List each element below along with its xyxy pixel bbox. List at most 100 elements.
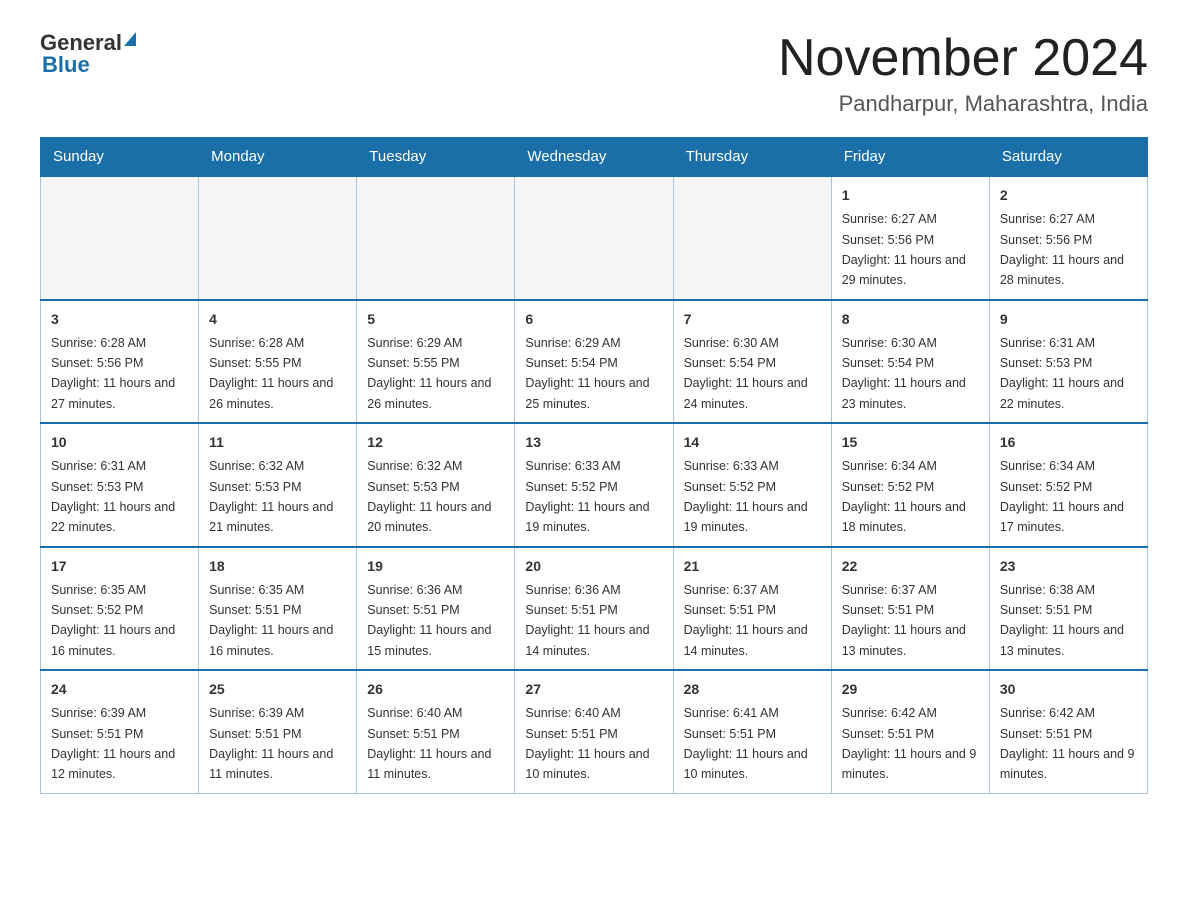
day-info: Sunrise: 6:38 AM Sunset: 5:51 PM Dayligh… — [1000, 583, 1124, 658]
calendar-day-cell: 24Sunrise: 6:39 AM Sunset: 5:51 PM Dayli… — [41, 670, 199, 793]
day-number: 22 — [842, 556, 979, 577]
day-info: Sunrise: 6:36 AM Sunset: 5:51 PM Dayligh… — [367, 583, 491, 658]
calendar-title: November 2024 — [778, 30, 1148, 87]
day-info: Sunrise: 6:28 AM Sunset: 5:55 PM Dayligh… — [209, 336, 333, 411]
logo: General Blue — [40, 30, 136, 78]
day-number: 28 — [684, 679, 821, 700]
calendar-day-cell: 15Sunrise: 6:34 AM Sunset: 5:52 PM Dayli… — [831, 423, 989, 547]
calendar-day-cell: 12 Sunrise: 6:32 AM Sunset: 5:53 PM Dayli… — [357, 423, 515, 547]
day-number: 2 — [1000, 185, 1137, 206]
day-number: 15 — [842, 432, 979, 453]
calendar-day-cell: 20 Sunrise: 6:36 AM Sunset: 5:51 PM Dayli… — [515, 547, 673, 671]
calendar-day-cell: 18Sunrise: 6:35 AM Sunset: 5:51 PM Dayli… — [199, 547, 357, 671]
day-number: 26 — [367, 679, 504, 700]
calendar-day-cell: 26 Sunrise: 6:40 AM Sunset: 5:51 PM Dayli… — [357, 670, 515, 793]
day-info: Sunrise: 6:27 AM Sunset: 5:56 PM Dayligh… — [1000, 212, 1124, 287]
day-number: 7 — [684, 309, 821, 330]
calendar-day-cell: 4 Sunrise: 6:28 AM Sunset: 5:55 PM Daylig… — [199, 300, 357, 424]
day-info: Sunrise: 6:27 AM Sunset: 5:56 PM Dayligh… — [842, 212, 966, 287]
day-number: 16 — [1000, 432, 1137, 453]
day-info: Sunrise: 6:33 AM Sunset: 5:52 PM Dayligh… — [525, 459, 649, 534]
day-number: 27 — [525, 679, 662, 700]
calendar-day-cell — [357, 176, 515, 300]
calendar-week-row: 24Sunrise: 6:39 AM Sunset: 5:51 PM Dayli… — [41, 670, 1148, 793]
calendar-day-cell: 21 Sunrise: 6:37 AM Sunset: 5:51 PM Dayli… — [673, 547, 831, 671]
calendar-day-cell — [673, 176, 831, 300]
day-number: 8 — [842, 309, 979, 330]
calendar-day-cell: 1 Sunrise: 6:27 AM Sunset: 5:56 PM Daylig… — [831, 176, 989, 300]
calendar-day-header: Sunday — [41, 138, 199, 177]
day-info: Sunrise: 6:36 AM Sunset: 5:51 PM Dayligh… — [525, 583, 649, 658]
calendar-week-row: 10 Sunrise: 6:31 AM Sunset: 5:53 PM Dayli… — [41, 423, 1148, 547]
day-number: 14 — [684, 432, 821, 453]
calendar-day-header: Monday — [199, 138, 357, 177]
logo-blue-text: Blue — [42, 52, 136, 78]
calendar-week-row: 1 Sunrise: 6:27 AM Sunset: 5:56 PM Daylig… — [41, 176, 1148, 300]
day-number: 13 — [525, 432, 662, 453]
day-info: Sunrise: 6:39 AM Sunset: 5:51 PM Dayligh… — [51, 706, 175, 781]
day-info: Sunrise: 6:35 AM Sunset: 5:52 PM Dayligh… — [51, 583, 175, 658]
title-area: November 2024 Pandharpur, Maharashtra, I… — [778, 30, 1148, 117]
day-number: 9 — [1000, 309, 1137, 330]
day-info: Sunrise: 6:40 AM Sunset: 5:51 PM Dayligh… — [525, 706, 649, 781]
calendar-subtitle: Pandharpur, Maharashtra, India — [778, 91, 1148, 117]
day-number: 21 — [684, 556, 821, 577]
day-number: 20 — [525, 556, 662, 577]
calendar-day-header: Friday — [831, 138, 989, 177]
day-number: 17 — [51, 556, 188, 577]
day-info: Sunrise: 6:34 AM Sunset: 5:52 PM Dayligh… — [1000, 459, 1124, 534]
day-number: 3 — [51, 309, 188, 330]
calendar-day-cell: 19 Sunrise: 6:36 AM Sunset: 5:51 PM Dayli… — [357, 547, 515, 671]
calendar-day-header: Saturday — [989, 138, 1147, 177]
day-number: 11 — [209, 432, 346, 453]
day-info: Sunrise: 6:28 AM Sunset: 5:56 PM Dayligh… — [51, 336, 175, 411]
calendar-day-cell: 10 Sunrise: 6:31 AM Sunset: 5:53 PM Dayli… — [41, 423, 199, 547]
calendar-day-cell: 29Sunrise: 6:42 AM Sunset: 5:51 PM Dayli… — [831, 670, 989, 793]
day-info: Sunrise: 6:30 AM Sunset: 5:54 PM Dayligh… — [684, 336, 808, 411]
day-info: Sunrise: 6:29 AM Sunset: 5:54 PM Dayligh… — [525, 336, 649, 411]
calendar-day-cell: 25Sunrise: 6:39 AM Sunset: 5:51 PM Dayli… — [199, 670, 357, 793]
page-header: General Blue November 2024 Pandharpur, M… — [40, 30, 1148, 117]
day-number: 10 — [51, 432, 188, 453]
day-info: Sunrise: 6:42 AM Sunset: 5:51 PM Dayligh… — [1000, 706, 1135, 781]
day-number: 12 — [367, 432, 504, 453]
day-info: Sunrise: 6:29 AM Sunset: 5:55 PM Dayligh… — [367, 336, 491, 411]
calendar-day-cell: 5 Sunrise: 6:29 AM Sunset: 5:55 PM Daylig… — [357, 300, 515, 424]
calendar-day-cell: 14Sunrise: 6:33 AM Sunset: 5:52 PM Dayli… — [673, 423, 831, 547]
day-number: 18 — [209, 556, 346, 577]
day-number: 5 — [367, 309, 504, 330]
day-number: 4 — [209, 309, 346, 330]
calendar-week-row: 3 Sunrise: 6:28 AM Sunset: 5:56 PM Daylig… — [41, 300, 1148, 424]
day-info: Sunrise: 6:32 AM Sunset: 5:53 PM Dayligh… — [209, 459, 333, 534]
day-info: Sunrise: 6:30 AM Sunset: 5:54 PM Dayligh… — [842, 336, 966, 411]
day-info: Sunrise: 6:32 AM Sunset: 5:53 PM Dayligh… — [367, 459, 491, 534]
day-info: Sunrise: 6:31 AM Sunset: 5:53 PM Dayligh… — [51, 459, 175, 534]
day-info: Sunrise: 6:42 AM Sunset: 5:51 PM Dayligh… — [842, 706, 977, 781]
calendar-day-cell: 16 Sunrise: 6:34 AM Sunset: 5:52 PM Dayli… — [989, 423, 1147, 547]
calendar-day-cell — [515, 176, 673, 300]
day-info: Sunrise: 6:37 AM Sunset: 5:51 PM Dayligh… — [842, 583, 966, 658]
day-number: 30 — [1000, 679, 1137, 700]
day-info: Sunrise: 6:41 AM Sunset: 5:51 PM Dayligh… — [684, 706, 808, 781]
calendar-day-cell: 11 Sunrise: 6:32 AM Sunset: 5:53 PM Dayli… — [199, 423, 357, 547]
day-number: 1 — [842, 185, 979, 206]
calendar-day-cell: 9 Sunrise: 6:31 AM Sunset: 5:53 PM Daylig… — [989, 300, 1147, 424]
day-info: Sunrise: 6:40 AM Sunset: 5:51 PM Dayligh… — [367, 706, 491, 781]
day-number: 19 — [367, 556, 504, 577]
calendar-table: SundayMondayTuesdayWednesdayThursdayFrid… — [40, 137, 1148, 794]
day-number: 23 — [1000, 556, 1137, 577]
logo-triangle-icon — [124, 32, 136, 46]
calendar-day-cell: 28 Sunrise: 6:41 AM Sunset: 5:51 PM Dayli… — [673, 670, 831, 793]
calendar-day-cell: 13 Sunrise: 6:33 AM Sunset: 5:52 PM Dayli… — [515, 423, 673, 547]
calendar-day-cell: 27 Sunrise: 6:40 AM Sunset: 5:51 PM Dayli… — [515, 670, 673, 793]
calendar-day-header: Thursday — [673, 138, 831, 177]
day-info: Sunrise: 6:31 AM Sunset: 5:53 PM Dayligh… — [1000, 336, 1124, 411]
calendar-day-cell: 6 Sunrise: 6:29 AM Sunset: 5:54 PM Daylig… — [515, 300, 673, 424]
calendar-day-header: Tuesday — [357, 138, 515, 177]
calendar-header-row: SundayMondayTuesdayWednesdayThursdayFrid… — [41, 138, 1148, 177]
calendar-day-header: Wednesday — [515, 138, 673, 177]
day-info: Sunrise: 6:37 AM Sunset: 5:51 PM Dayligh… — [684, 583, 808, 658]
calendar-day-cell: 30 Sunrise: 6:42 AM Sunset: 5:51 PM Dayli… — [989, 670, 1147, 793]
day-number: 6 — [525, 309, 662, 330]
calendar-day-cell: 17 Sunrise: 6:35 AM Sunset: 5:52 PM Dayli… — [41, 547, 199, 671]
